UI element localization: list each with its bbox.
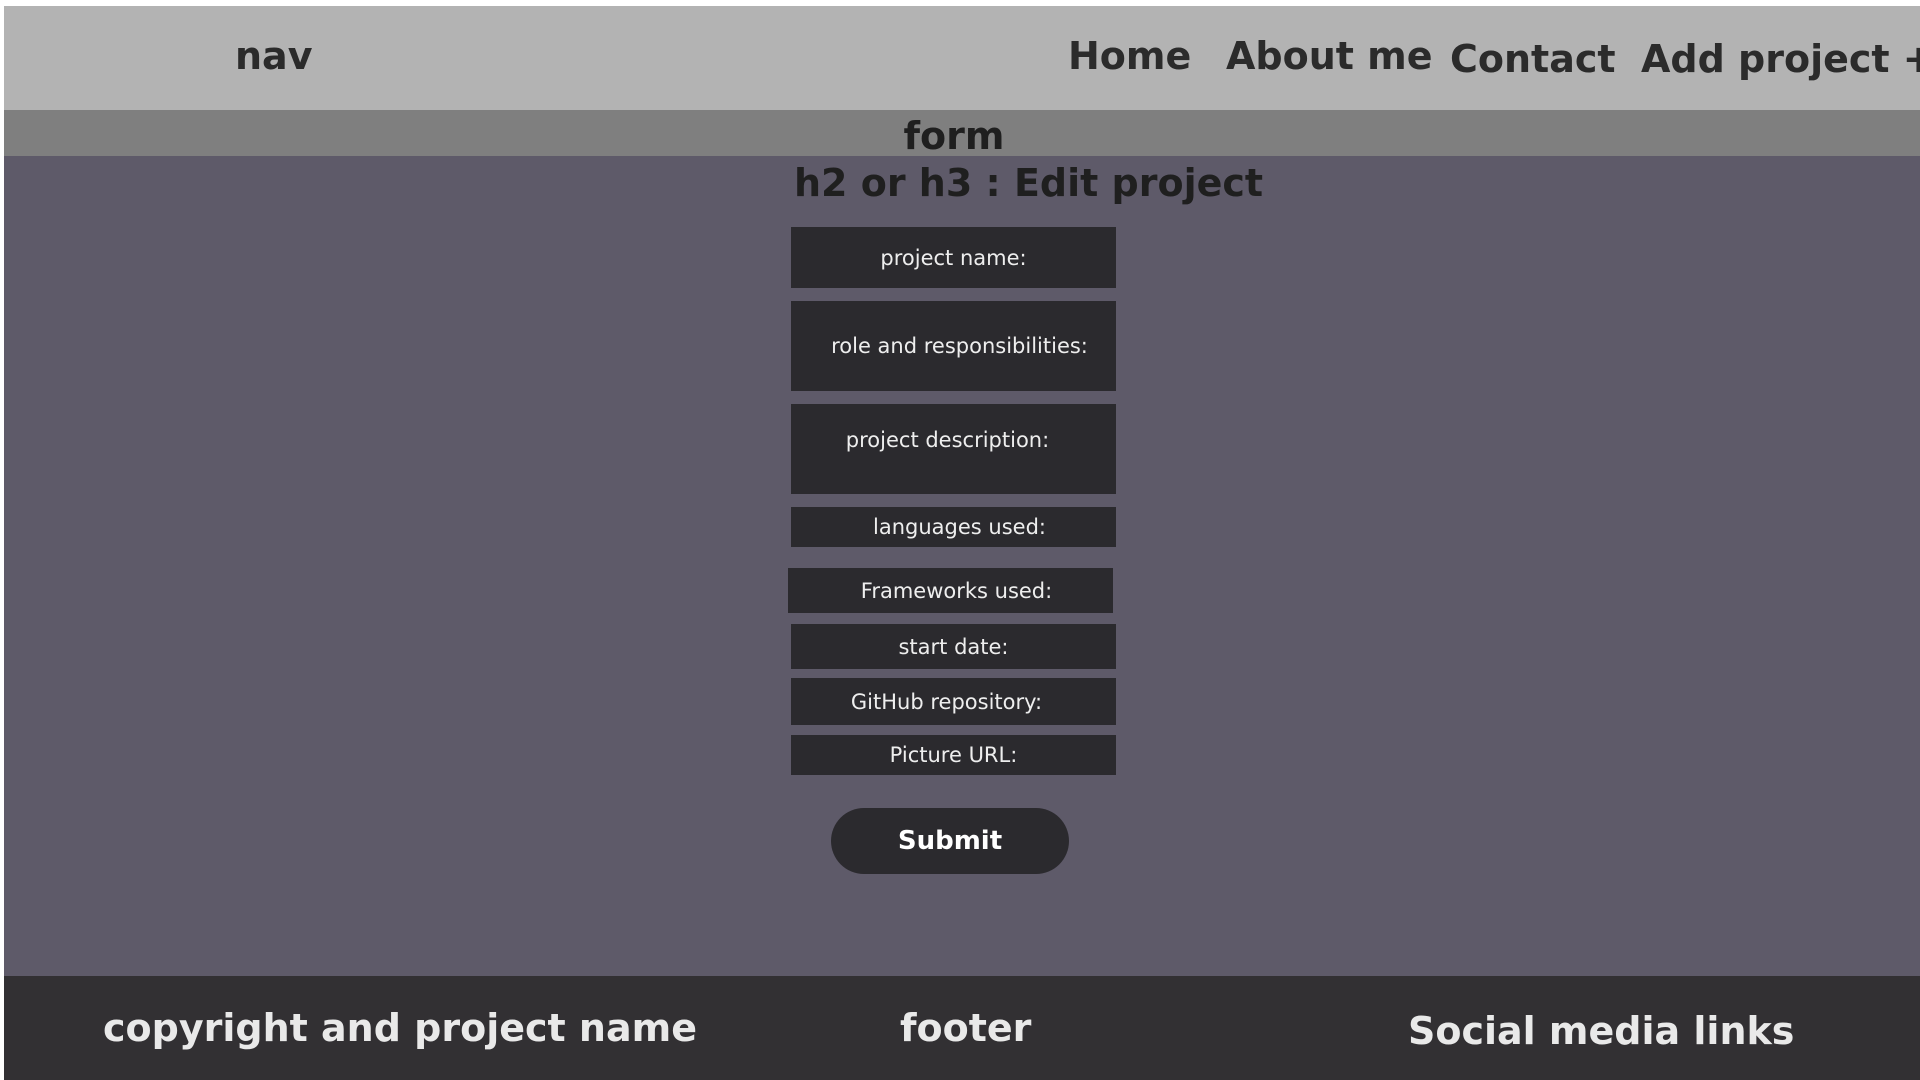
role-responsibilities-field[interactable]: role and responsibilities:	[791, 301, 1116, 391]
project-description-field[interactable]: project description:	[791, 404, 1116, 494]
footer-social-links[interactable]: Social media links	[1408, 1009, 1794, 1053]
github-repository-field[interactable]: GitHub repository:	[791, 678, 1116, 725]
footer: copyright and project name footer Social…	[4, 976, 1920, 1080]
project-name-field[interactable]: project name:	[791, 227, 1116, 288]
github-repository-label: GitHub repository:	[850, 689, 1043, 714]
languages-used-label: languages used:	[873, 515, 1046, 539]
nav-link-contact[interactable]: Contact	[1450, 37, 1616, 81]
start-date-label: start date:	[898, 634, 1009, 659]
footer-copyright: copyright and project name	[103, 1006, 697, 1050]
form-label: form	[903, 114, 1005, 158]
page-frame: nav Home About me Contact Add project + …	[4, 6, 1920, 1080]
footer-label: footer	[900, 1006, 1032, 1050]
nav-label: nav	[235, 34, 313, 78]
page-title: h2 or h3 : Edit project	[794, 161, 1264, 205]
frameworks-used-field[interactable]: Frameworks used:	[788, 568, 1113, 613]
start-date-field[interactable]: start date:	[791, 624, 1116, 669]
frameworks-used-label: Frameworks used:	[860, 578, 1053, 603]
languages-used-field[interactable]: languages used:	[791, 507, 1116, 547]
nav-link-home[interactable]: Home	[1068, 34, 1191, 78]
role-responsibilities-label: role and responsibilities:	[831, 334, 1088, 358]
picture-url-field[interactable]: Picture URL:	[791, 735, 1116, 775]
nav-link-about-me[interactable]: About me	[1226, 34, 1433, 78]
picture-url-label: Picture URL:	[889, 743, 1018, 767]
top-nav: nav Home About me Contact Add project +	[4, 6, 1920, 110]
submit-button[interactable]: Submit	[831, 808, 1069, 874]
project-description-label: project description:	[845, 428, 1050, 452]
project-name-label: project name:	[880, 245, 1027, 270]
nav-link-add-project[interactable]: Add project +	[1641, 37, 1920, 81]
